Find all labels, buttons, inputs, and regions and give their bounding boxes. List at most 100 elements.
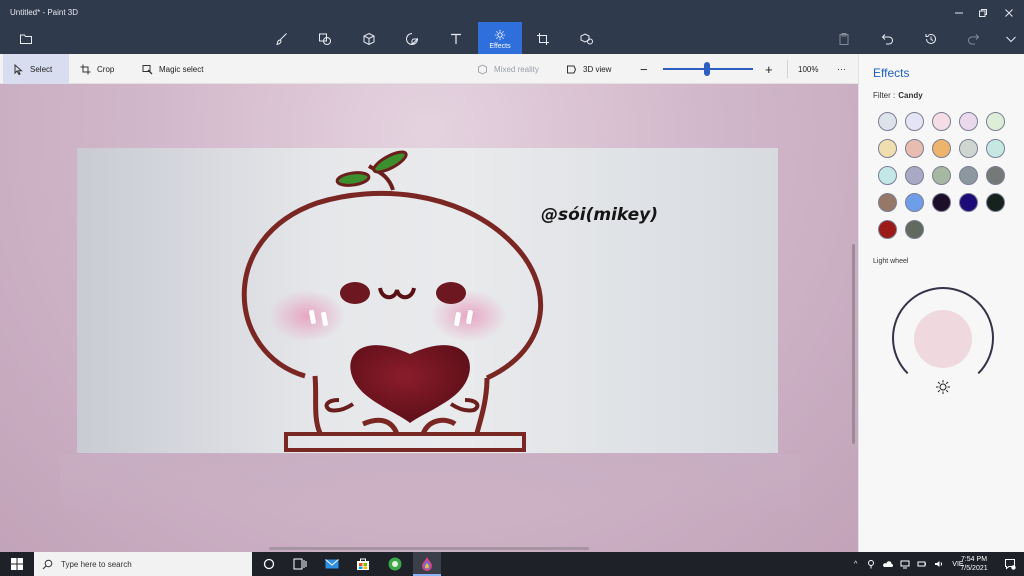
paint3d-taskbar-button[interactable]: [413, 552, 441, 576]
undo-button[interactable]: [875, 28, 899, 50]
filter-swatch[interactable]: [932, 139, 951, 158]
library-icon: [580, 33, 593, 45]
mail-icon[interactable]: [324, 556, 340, 572]
filter-label: Filter :: [873, 91, 896, 100]
light-wheel-label: Light wheel: [873, 258, 909, 265]
filter-swatch[interactable]: [878, 220, 897, 239]
chevron-down-icon: [1006, 36, 1016, 43]
filter-swatch[interactable]: [986, 139, 1005, 158]
filter-swatch[interactable]: [878, 193, 897, 212]
expand-toolbar-button[interactable]: [999, 28, 1023, 50]
paste-button[interactable]: [832, 28, 856, 50]
stickers-tool[interactable]: [400, 28, 424, 50]
zoom-in-button[interactable]: +: [765, 54, 773, 84]
mixed-reality-button[interactable]: Mixed reality: [477, 54, 539, 84]
2d-shapes-tool[interactable]: [313, 28, 337, 50]
clock-date: 7/5/2021: [960, 565, 988, 572]
crop-button[interactable]: Crop: [80, 54, 114, 84]
filter-swatch[interactable]: [878, 112, 897, 131]
magic-select-icon: [142, 64, 153, 74]
filter-swatch[interactable]: [959, 166, 978, 185]
multitask-icon[interactable]: [292, 556, 308, 572]
zoom-value[interactable]: 100%: [798, 54, 818, 84]
filter-swatch[interactable]: [905, 193, 924, 212]
zoom-slider-thumb[interactable]: [704, 62, 711, 76]
crop-icon: [80, 64, 91, 74]
filter-swatch[interactable]: [986, 193, 1005, 212]
canvas-crop-icon: [537, 33, 549, 45]
3d-library-tool[interactable]: [575, 28, 599, 50]
task-view-icon[interactable]: [261, 556, 277, 572]
filter-swatch[interactable]: [932, 166, 951, 185]
filter-swatch[interactable]: [878, 166, 897, 185]
light-wheel-handle-icon[interactable]: [935, 379, 951, 395]
mascot-drawing: [241, 150, 544, 452]
sticker-icon: [406, 33, 419, 45]
vertical-scrollbar[interactable]: [852, 244, 855, 444]
magic-select-button[interactable]: Magic select: [142, 54, 203, 84]
paste-icon: [839, 33, 849, 45]
folder-icon: [20, 34, 32, 44]
canvas-workspace[interactable]: @sói(mikey): [0, 84, 858, 552]
start-button[interactable]: [0, 552, 34, 576]
filter-swatch[interactable]: [878, 139, 897, 158]
network-icon[interactable]: [900, 559, 910, 569]
filter-swatch[interactable]: [986, 112, 1005, 131]
browser-icon[interactable]: [387, 556, 403, 572]
magic-select-label: Magic select: [159, 64, 204, 74]
volume-icon[interactable]: [934, 559, 944, 569]
select-button[interactable]: Select: [3, 54, 69, 84]
3d-view-label: 3D view: [583, 64, 612, 74]
filter-swatch[interactable]: [905, 112, 924, 131]
filter-swatch[interactable]: [959, 193, 978, 212]
undo-icon: [881, 34, 893, 45]
toolbar-divider: [787, 60, 788, 78]
menu-button[interactable]: [14, 28, 38, 50]
taskbar: Type here to search ^ VIE 7:54 PM 7/5/20…: [0, 552, 1024, 576]
history-button[interactable]: [919, 28, 943, 50]
search-icon: [42, 559, 53, 569]
taskbar-clock[interactable]: 7:54 PM 7/5/2021: [954, 555, 994, 573]
filter-swatch[interactable]: [905, 139, 924, 158]
3d-shapes-tool[interactable]: [357, 28, 381, 50]
horizontal-scrollbar[interactable]: [269, 547, 589, 550]
artboard[interactable]: [77, 148, 778, 453]
redo-icon: [968, 34, 980, 45]
location-icon[interactable]: [866, 559, 876, 569]
redo-button[interactable]: [962, 28, 986, 50]
minimize-icon: [955, 12, 963, 14]
shapes-2d-icon: [319, 33, 331, 45]
filter-swatch[interactable]: [905, 220, 924, 239]
text-tool[interactable]: [444, 28, 468, 50]
battery-icon[interactable]: [917, 559, 927, 569]
effects-panel: Effects Filter : Candy Light wheel: [858, 54, 1024, 552]
close-button[interactable]: [994, 4, 1024, 22]
filter-swatch[interactable]: [959, 139, 978, 158]
filter-swatch[interactable]: [905, 166, 924, 185]
filter-swatch[interactable]: [986, 166, 1005, 185]
search-placeholder: Type here to search: [61, 559, 132, 569]
canvas-tool[interactable]: [531, 28, 555, 50]
effects-tool[interactable]: Effects: [478, 22, 522, 54]
more-options-button[interactable]: ···: [837, 54, 846, 84]
app-header: Untitled* - Paint 3D Effects: [0, 0, 1024, 54]
cube-icon: [363, 32, 375, 46]
store-icon[interactable]: [355, 556, 371, 572]
filter-value: Candy: [898, 91, 923, 100]
windows-logo-icon: [11, 558, 23, 570]
filter-swatch[interactable]: [932, 193, 951, 212]
sub-toolbar: Select Crop Magic select Mixed reality 3…: [0, 54, 858, 84]
notification-icon[interactable]: [1004, 558, 1016, 570]
select-label: Select: [30, 64, 53, 74]
filter-swatch[interactable]: [932, 112, 951, 131]
window-title: Untitled* - Paint 3D: [10, 8, 79, 17]
zoom-out-button[interactable]: −: [640, 54, 648, 84]
filter-swatch[interactable]: [959, 112, 978, 131]
light-wheel-center: [914, 310, 972, 368]
chevron-up-icon[interactable]: ^: [854, 561, 857, 568]
effects-tool-label: Effects: [489, 42, 511, 50]
3d-view-button[interactable]: 3D view: [566, 54, 611, 84]
brushes-tool[interactable]: [270, 28, 294, 50]
onedrive-icon[interactable]: [883, 559, 894, 569]
taskbar-search[interactable]: Type here to search: [34, 552, 252, 576]
